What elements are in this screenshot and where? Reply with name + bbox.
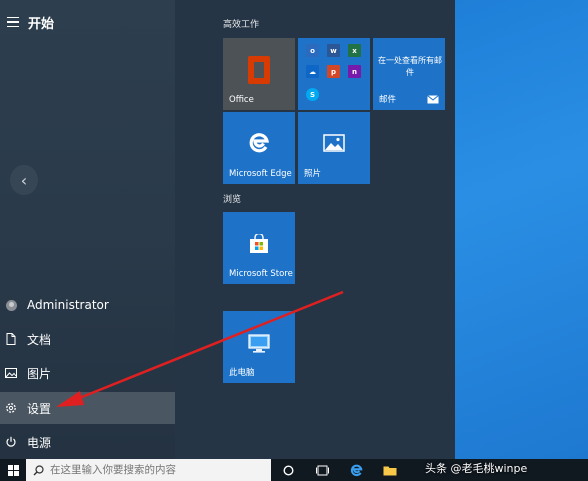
start-header: 开始 xyxy=(0,8,175,36)
excel-icon: x xyxy=(348,44,361,57)
store-bag-icon xyxy=(250,234,268,253)
rail-item-label: 电源 xyxy=(27,435,52,450)
tile-office-apps-folder[interactable]: o w x ☁ p n S xyxy=(298,38,370,110)
tile-label: Microsoft Edge xyxy=(229,169,292,179)
tile-edge[interactable]: Microsoft Edge xyxy=(223,112,295,184)
start-left-rail: 开始 ‹ Administrator 文档 图片 设置 电源 xyxy=(0,0,175,459)
rail-item-label: 文档 xyxy=(27,332,52,347)
document-icon xyxy=(0,333,22,345)
avatar xyxy=(5,299,17,311)
rail-item-power[interactable]: 电源 xyxy=(0,426,175,458)
tile-this-pc[interactable]: 此电脑 xyxy=(223,311,295,383)
skype-icon: S xyxy=(306,88,319,101)
rail-item-pictures[interactable]: 图片 xyxy=(0,357,175,389)
start-button[interactable] xyxy=(0,459,26,481)
tile-store[interactable]: Microsoft Store xyxy=(223,212,295,284)
word-icon: w xyxy=(327,44,340,57)
tile-mail[interactable]: 在一处查看所有邮件 邮件 xyxy=(373,38,445,110)
tile-label: 邮件 xyxy=(379,95,397,105)
search-icon xyxy=(26,464,50,476)
cortana-icon[interactable] xyxy=(271,459,305,481)
search-input[interactable] xyxy=(50,464,260,476)
chevron-left-icon[interactable]: ‹ xyxy=(10,165,38,195)
rail-item-settings[interactable]: 设置 xyxy=(0,392,175,424)
outlook-icon: o xyxy=(306,44,319,57)
tile-mail-text: 在一处查看所有邮件 xyxy=(378,56,442,77)
rail-item-user[interactable]: Administrator xyxy=(0,289,175,321)
edge-taskbar-icon[interactable] xyxy=(339,459,373,481)
start-title: 开始 xyxy=(28,16,55,32)
taskbar-search[interactable] xyxy=(26,459,271,481)
group-label-productivity: 高效工作 xyxy=(223,20,260,30)
tile-office[interactable]: Office xyxy=(223,38,295,110)
edge-icon xyxy=(249,133,270,153)
rail-item-label: 图片 xyxy=(27,366,52,381)
tile-label: 照片 xyxy=(304,169,322,179)
tile-label: 此电脑 xyxy=(229,368,255,378)
gear-icon xyxy=(0,402,22,414)
desktop-background xyxy=(455,0,588,459)
task-view-icon[interactable] xyxy=(305,459,339,481)
photos-icon xyxy=(323,134,345,152)
tile-label: Microsoft Store xyxy=(229,269,293,279)
windows-logo-icon xyxy=(7,464,19,476)
user-name: Administrator xyxy=(27,298,109,312)
onedrive-icon: ☁ xyxy=(306,65,319,78)
group-label-browse: 浏览 xyxy=(223,195,242,205)
rail-item-documents[interactable]: 文档 xyxy=(0,323,175,355)
tile-photos[interactable]: 照片 xyxy=(298,112,370,184)
watermark: 头条 @老毛桃winpe xyxy=(425,462,528,475)
onenote-icon: n xyxy=(348,65,361,78)
envelope-icon xyxy=(427,95,439,104)
hamburger-menu-icon[interactable] xyxy=(0,16,26,28)
power-icon xyxy=(0,436,22,448)
tile-label: Office xyxy=(229,95,254,105)
picture-icon xyxy=(0,368,22,378)
office-icon xyxy=(248,56,270,84)
rail-item-label: 设置 xyxy=(27,401,52,416)
computer-icon xyxy=(248,334,270,353)
file-explorer-icon[interactable] xyxy=(373,459,407,481)
powerpoint-icon: p xyxy=(327,65,340,78)
